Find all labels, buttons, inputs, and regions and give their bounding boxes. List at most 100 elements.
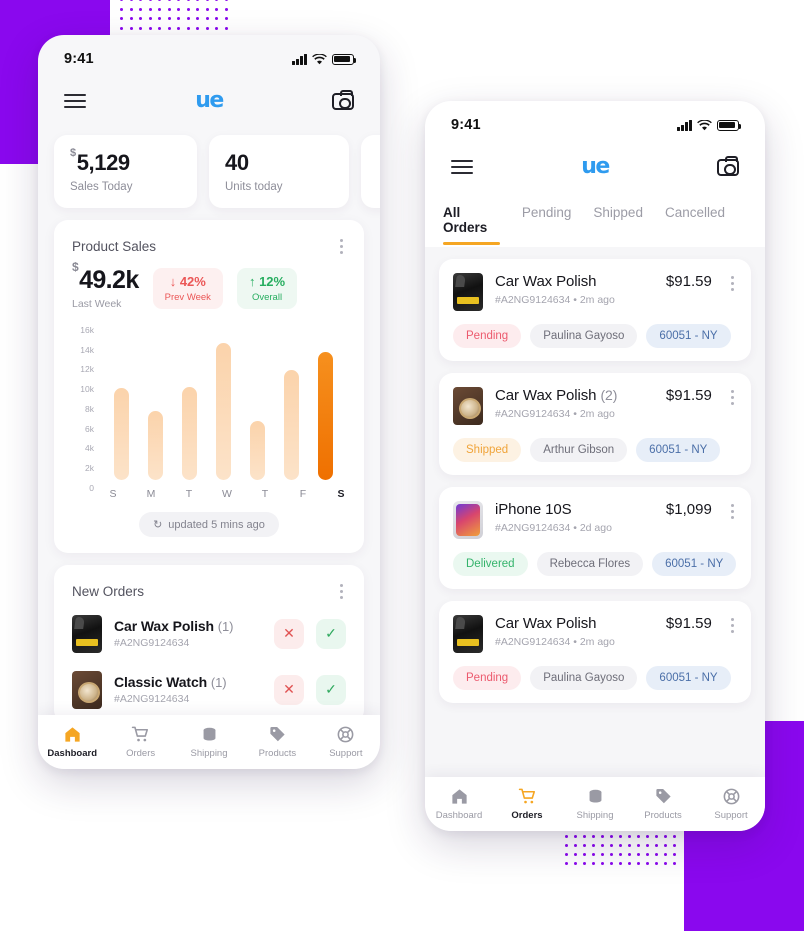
chart-bar[interactable] — [147, 411, 163, 481]
dot — [167, 7, 171, 11]
kebab-menu-icon[interactable] — [728, 501, 737, 522]
tab-dashboard[interactable]: Dashboard — [38, 725, 106, 759]
order-product-name: Car Wax Polish — [495, 273, 597, 290]
order-info: Classic Watch (1) #A2NG9124634 — [114, 674, 262, 705]
list-item[interactable]: Car Wax Polish (1) #A2NG9124634 ✕ ✓ — [54, 606, 364, 662]
y-tick-label: 6k — [85, 423, 94, 434]
tab-shipping[interactable]: Shipping — [175, 725, 243, 759]
accept-button[interactable]: ✓ — [316, 618, 346, 649]
orders-list[interactable]: Car Wax Polish #A2NG9124634 • 2m ago $91.… — [425, 247, 765, 777]
chart-bar[interactable] — [249, 420, 265, 481]
chart-bar-column[interactable] — [113, 326, 129, 481]
tab-support[interactable]: Support — [312, 725, 380, 759]
dot — [574, 844, 577, 847]
app-bar: ue — [425, 143, 765, 191]
dot — [177, 26, 180, 30]
reject-button[interactable]: ✕ — [274, 674, 304, 705]
kebab-menu-icon[interactable] — [337, 581, 346, 602]
tab-orders[interactable]: Orders — [106, 725, 174, 759]
dot — [139, 17, 142, 20]
tab-orders[interactable]: Orders — [493, 787, 561, 821]
chart-bar[interactable] — [181, 386, 197, 481]
chart-bar[interactable] — [283, 370, 299, 481]
order-card[interactable]: Car Wax Polish #A2NG9124634 • 2m ago $91.… — [439, 601, 751, 703]
kebab-menu-icon[interactable] — [337, 236, 346, 257]
tab-shipping[interactable]: Shipping — [561, 787, 629, 821]
tab-label: Shipping — [190, 748, 228, 759]
arrow-down-icon: ↓ — [169, 274, 177, 290]
card-title: Product Sales — [72, 238, 157, 254]
chart-bar-column[interactable] — [317, 326, 333, 481]
y-tick-label: 12k — [80, 364, 94, 375]
dot — [601, 862, 604, 865]
accept-button[interactable]: ✓ — [316, 674, 346, 705]
order-text-block: iPhone 10S #A2NG9124634 • 2d ago — [495, 501, 654, 534]
chart-bar-column[interactable] — [181, 326, 197, 481]
dot — [158, 26, 161, 30]
app-bar: ue — [38, 77, 380, 125]
chart-bar[interactable] — [215, 342, 231, 481]
chart-bar[interactable] — [113, 388, 129, 481]
tab-products[interactable]: Products — [243, 725, 311, 759]
kebab-menu-icon[interactable] — [728, 273, 737, 294]
dot — [158, 7, 161, 11]
list-item[interactable]: Classic Watch (1) #A2NG9124634 ✕ ✓ — [54, 662, 364, 718]
cart-icon — [518, 787, 537, 806]
tab-all-orders[interactable]: All Orders — [443, 197, 500, 245]
camera-icon[interactable] — [332, 89, 354, 110]
dot — [646, 853, 649, 856]
x-tick-label: T — [261, 488, 269, 501]
order-text-block: Car Wax Polish #A2NG9124634 • 2m ago — [495, 273, 654, 306]
chart-bar-column[interactable] — [249, 326, 265, 481]
order-card[interactable]: iPhone 10S #A2NG9124634 • 2d ago $1,099 De… — [439, 487, 751, 589]
app-logo: ue — [581, 154, 610, 179]
updated-badge[interactable]: ↻ updated 5 mins ago — [139, 512, 279, 538]
kpi-label: Units today — [225, 181, 283, 194]
chart-bar-column[interactable] — [283, 326, 299, 481]
kebab-menu-icon[interactable] — [728, 387, 737, 408]
chart-bar-column[interactable] — [215, 326, 231, 481]
kpi-card-partial[interactable] — [361, 135, 380, 209]
dot — [610, 862, 613, 865]
order-price: $91.59 — [665, 387, 712, 404]
tab-products[interactable]: Products — [629, 787, 697, 821]
tab-pending[interactable]: Pending — [522, 197, 572, 245]
order-product-name: iPhone 10S — [495, 501, 572, 518]
order-meta: #A2NG9124634 • 2m ago — [495, 636, 615, 648]
dot — [177, 7, 180, 11]
dot — [205, 26, 209, 30]
x-tick-label: M — [146, 488, 156, 501]
dot-grid-top — [120, 0, 233, 39]
tab-dashboard[interactable]: Dashboard — [425, 787, 493, 821]
dot — [574, 862, 577, 865]
tab-shipped[interactable]: Shipped — [593, 197, 643, 245]
tab-cancelled[interactable]: Cancelled — [665, 197, 725, 245]
hamburger-menu-icon[interactable] — [451, 159, 473, 175]
chart-bar[interactable] — [317, 351, 333, 481]
hamburger-menu-icon[interactable] — [64, 93, 86, 109]
dot — [655, 835, 658, 838]
reject-button[interactable]: ✕ — [274, 618, 304, 649]
new-orders-header: New Orders — [54, 565, 364, 606]
y-tick-label: 10k — [80, 384, 94, 395]
dot — [646, 835, 649, 838]
order-card[interactable]: Car Wax Polish #A2NG9124634 • 2m ago $91.… — [439, 259, 751, 361]
dot — [619, 853, 622, 856]
dot — [664, 844, 667, 847]
dot — [215, 0, 218, 1]
status-bar: 9:41 — [425, 101, 765, 143]
kpi-card-sales-today[interactable]: $5,129 Sales Today — [54, 135, 197, 209]
chart-bars — [94, 326, 346, 492]
dot — [148, 7, 152, 11]
camera-icon[interactable] — [717, 155, 739, 176]
tab-support[interactable]: Support — [697, 787, 765, 821]
order-card[interactable]: Car Wax Polish (2) #A2NG9124634 • 2m ago $… — [439, 373, 751, 475]
kebab-menu-icon[interactable] — [728, 615, 737, 636]
badge-label: Overall — [251, 291, 283, 303]
kpi-label: Sales Today — [70, 181, 133, 194]
dot — [129, 26, 133, 30]
dot — [592, 835, 595, 838]
dot — [565, 835, 568, 838]
chart-bar-column[interactable] — [147, 326, 163, 481]
kpi-card-units-today[interactable]: 40 Units today — [209, 135, 349, 209]
